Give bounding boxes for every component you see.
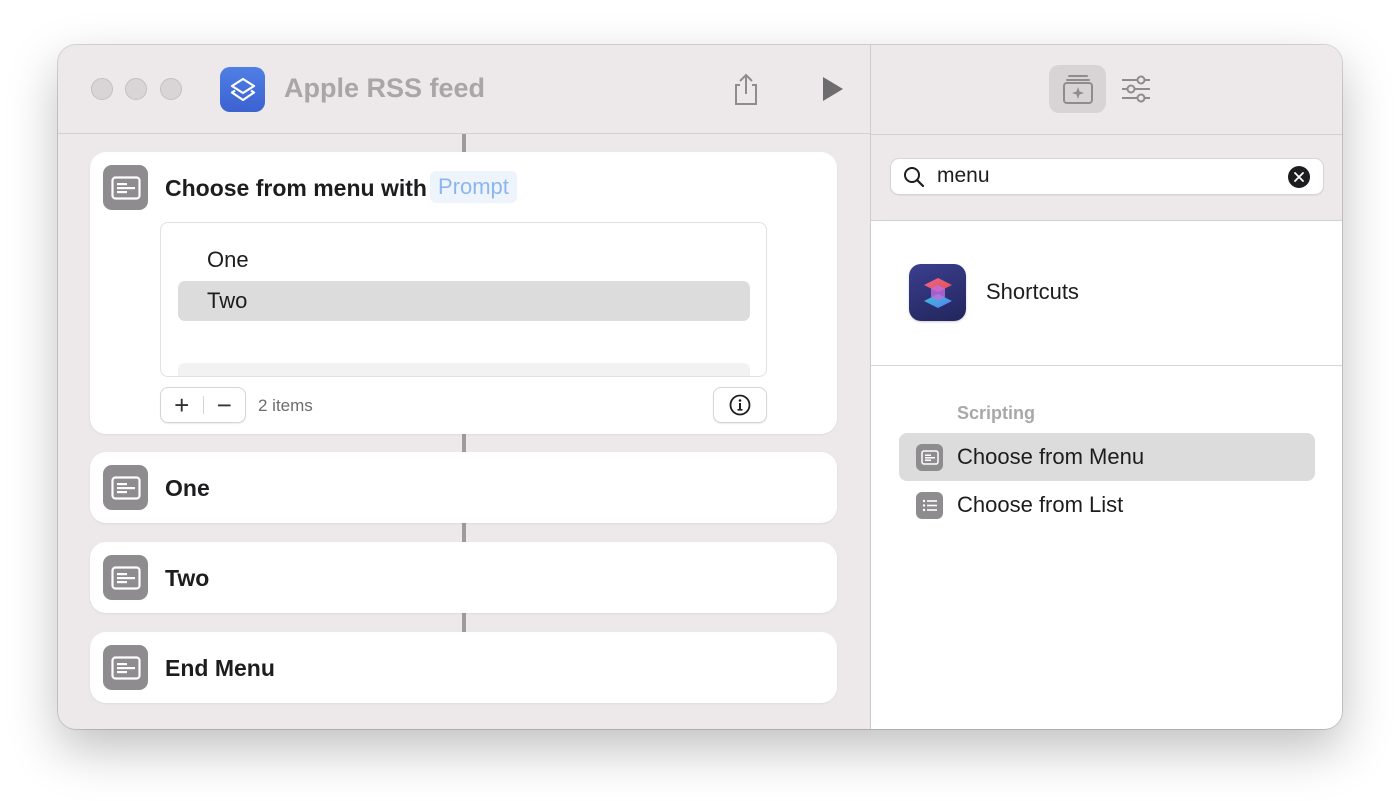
editor-titlebar: Apple RSS feed — [58, 45, 870, 134]
result-choose-from-menu[interactable]: Choose from Menu — [899, 433, 1315, 481]
menu-action-icon — [103, 645, 148, 690]
clear-search-icon[interactable] — [1288, 166, 1310, 188]
prompt-token[interactable]: Prompt — [430, 171, 517, 203]
add-remove-stepper: + − — [160, 387, 246, 423]
flow-connector — [462, 613, 466, 632]
shortcut-icon[interactable] — [220, 67, 265, 112]
info-icon[interactable] — [713, 387, 767, 423]
minimize-window-button[interactable] — [125, 78, 147, 100]
item-count: 2 items — [258, 396, 313, 415]
list-icon — [916, 492, 943, 519]
divider — [871, 365, 1342, 366]
end-menu-action[interactable]: End Menu — [90, 632, 837, 703]
menu-case-two-action[interactable]: Two — [90, 542, 837, 613]
menu-icon — [916, 444, 943, 471]
search-input[interactable]: menu — [937, 164, 990, 188]
menu-item-placeholder — [178, 363, 750, 376]
shortcuts-app-icon[interactable] — [909, 264, 966, 321]
result-label: Choose from List — [957, 492, 1124, 517]
menu-action-icon — [103, 555, 148, 600]
share-icon[interactable] — [726, 69, 766, 109]
action-title: Two — [165, 565, 210, 591]
flow-connector — [462, 134, 466, 152]
menu-action-icon — [103, 465, 148, 510]
remove-item-button[interactable]: − — [204, 388, 246, 422]
menu-case-one-action[interactable]: One — [90, 452, 837, 523]
shortcut-title[interactable]: Apple RSS feed — [284, 73, 485, 104]
add-item-button[interactable]: + — [161, 388, 203, 422]
flow-connector — [462, 434, 466, 452]
action-library-icon[interactable] — [1049, 65, 1106, 113]
menu-action-icon — [103, 165, 148, 210]
search-field[interactable]: menu — [890, 158, 1324, 195]
flow-connector — [462, 523, 466, 542]
shortcuts-window: Apple RSS feed Choose from menu with Pro… — [58, 45, 1342, 729]
search-icon — [903, 166, 925, 193]
result-choose-from-list[interactable]: Choose from List — [899, 481, 1315, 529]
zoom-window-button[interactable] — [160, 78, 182, 100]
result-label: Choose from Menu — [957, 444, 1145, 469]
app-label-shortcuts[interactable]: Shortcuts — [986, 279, 1079, 305]
sliders-icon[interactable] — [1116, 69, 1156, 109]
library-header: menu — [871, 45, 1342, 221]
close-window-button[interactable] — [91, 78, 113, 100]
editor-pane: Apple RSS feed Choose from menu with Pro… — [58, 45, 870, 729]
play-icon[interactable] — [812, 69, 852, 109]
menu-item-one[interactable]: One — [178, 240, 750, 280]
action-title: Choose from menu with — [165, 175, 427, 201]
menu-items-list: One Two — [160, 222, 767, 377]
action-title: One — [165, 475, 210, 501]
menu-item-two[interactable]: Two — [178, 281, 750, 321]
section-header-scripting: Scripting — [957, 403, 1036, 423]
action-library-pane: menu Shortcuts Scripting Choose from Men… — [870, 45, 1342, 729]
choose-from-menu-action[interactable]: Choose from menu with Prompt One Two + −… — [90, 152, 837, 434]
action-title: End Menu — [165, 655, 275, 681]
